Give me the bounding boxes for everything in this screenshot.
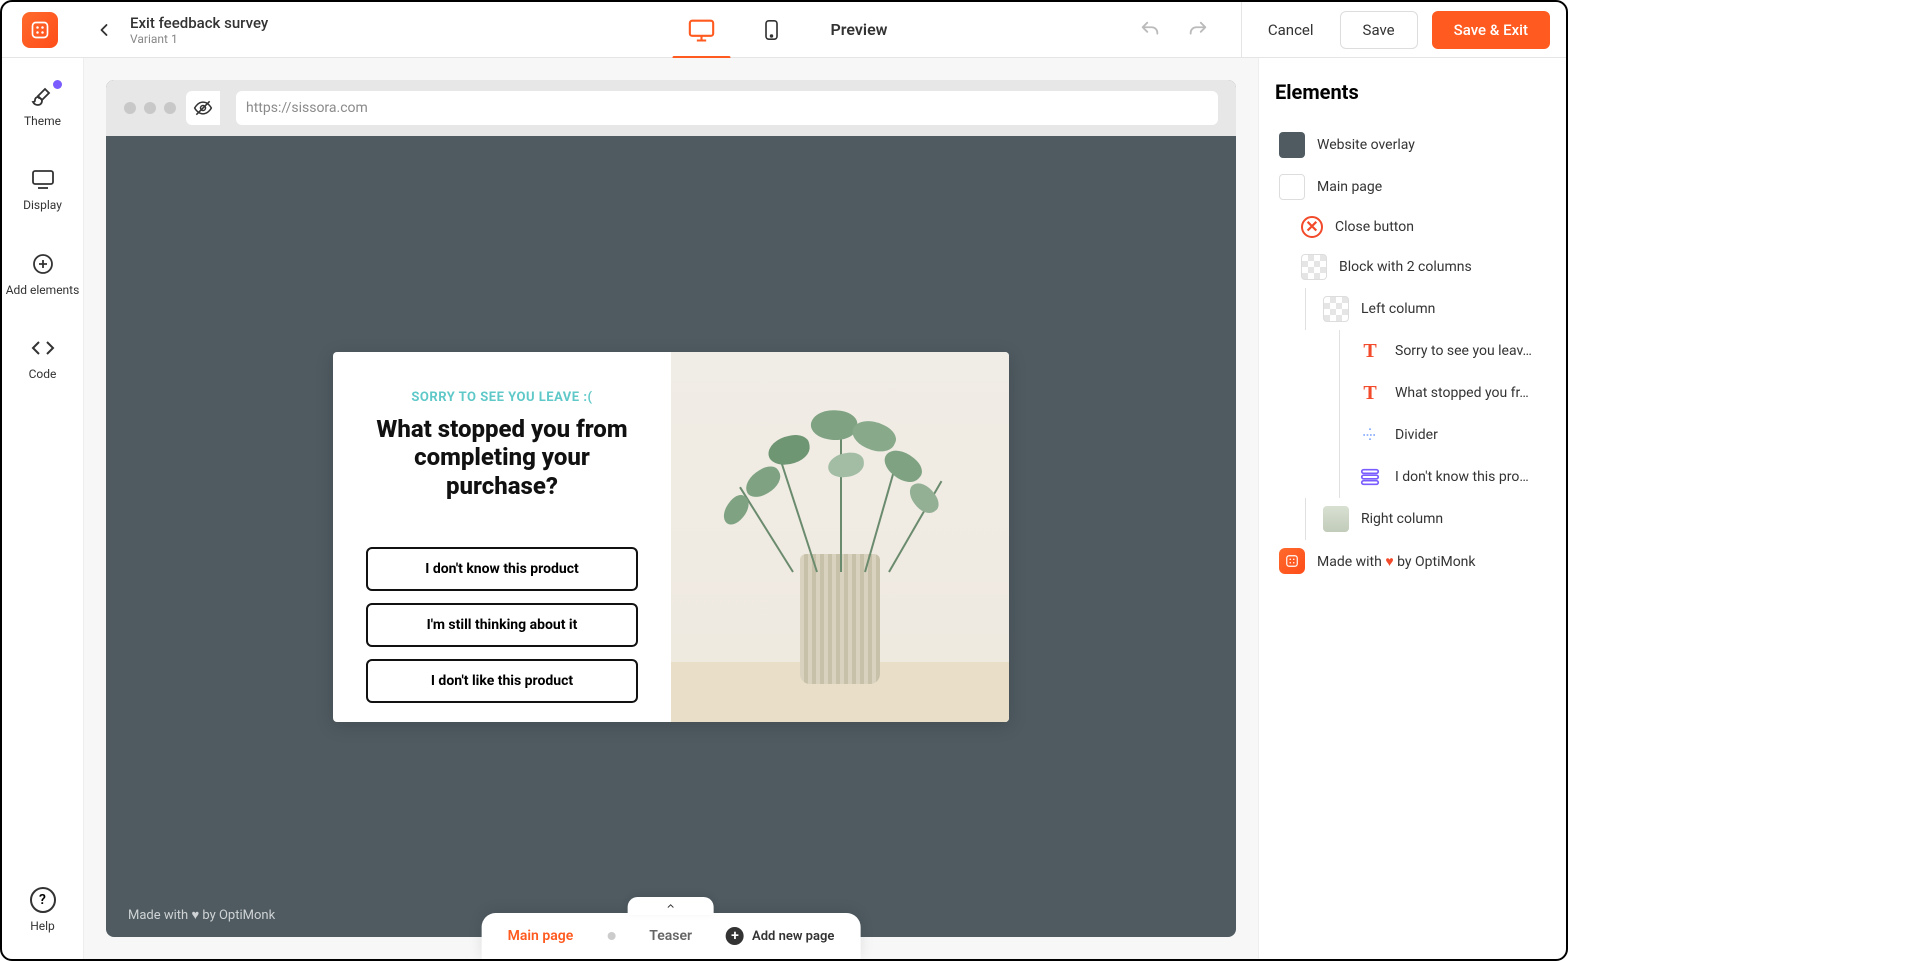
save-exit-button[interactable]: Save & Exit [1432,11,1550,49]
page-separator-icon [607,932,615,940]
tree-right-column[interactable]: Right column [1319,498,1550,540]
url-text: https://sissora.com [246,100,368,116]
tree-madewith[interactable]: Made with ♥ by OptiMonk [1275,540,1550,582]
help-label: Help [30,919,55,933]
help-tool[interactable]: ? Help [2,881,83,939]
madewith-badge: Made with ♥ by OptiMonk [128,907,275,923]
code-icon [30,335,56,361]
preview-link[interactable]: Preview [831,20,888,39]
theme-label: Theme [24,114,61,128]
divider-icon [1357,422,1383,448]
page-icon [1279,174,1305,200]
overlay-icon [1279,132,1305,158]
tree-website-overlay[interactable]: Website overlay [1275,124,1550,166]
popup-headline: What stopped you from completing your pu… [361,415,643,501]
page-tab-teaser[interactable]: Teaser [649,928,692,944]
url-bar[interactable]: https://sissora.com [236,91,1218,125]
block-icon [1301,254,1327,280]
desktop-device-button[interactable] [681,9,723,51]
help-icon: ? [30,887,56,913]
column-icon [1323,296,1349,322]
divider [1241,2,1242,58]
close-icon: ✕ [1301,216,1323,238]
list-icon [1357,464,1383,490]
popup-image [671,352,1009,722]
paintbrush-icon [30,82,56,108]
add-elements-tool[interactable]: Add elements [2,245,83,303]
page-pager: Main page Teaser + Add new page [482,913,861,959]
code-label: Code [29,367,57,381]
app-logo[interactable] [22,12,58,48]
option-2-button[interactable]: I'm still thinking about it [366,603,638,647]
tree-block-2col[interactable]: Block with 2 columns [1297,246,1550,288]
tree-text-sorry[interactable]: T Sorry to see you leav… [1353,330,1550,372]
text-icon: T [1357,380,1383,406]
save-button[interactable]: Save [1340,11,1418,49]
variant-label: Variant 1 [130,32,268,46]
add-page-label: Add new page [752,929,834,944]
redo-button[interactable] [1181,13,1215,47]
popup-subheading: SORRY TO SEE YOU LEAVE :( [411,390,592,405]
tree-survey-option[interactable]: I don't know this pro… [1353,456,1550,498]
monitor-icon [30,166,56,192]
cancel-button[interactable]: Cancel [1256,13,1326,47]
option-1-button[interactable]: I don't know this product [366,547,638,591]
pager-expand-button[interactable] [628,897,714,915]
back-button[interactable] [86,12,122,48]
display-tool[interactable]: Display [2,160,83,218]
add-page-button[interactable]: + Add new page [726,927,834,945]
optimonk-logo-icon [1279,548,1305,574]
plus-circle-icon [30,251,56,277]
option-3-button[interactable]: I don't like this product [366,659,638,703]
display-label: Display [23,198,62,212]
popup-preview[interactable]: SORRY TO SEE YOU LEAVE :( What stopped y… [333,352,1009,722]
text-icon: T [1357,338,1383,364]
mobile-device-button[interactable] [751,9,793,51]
theme-tool[interactable]: Theme [2,76,83,134]
tree-divider[interactable]: Divider [1353,414,1550,456]
visibility-toggle[interactable] [186,91,220,125]
campaign-title: Exit feedback survey [130,14,268,32]
browser-preview: https://sissora.com SORRY TO SEE YOU LEA… [106,80,1236,937]
code-tool[interactable]: Code [2,329,83,387]
tree-text-headline[interactable]: T What stopped you fr… [1353,372,1550,414]
heart-icon: ♥ [1385,554,1393,570]
elements-panel-title: Elements [1275,80,1550,104]
add-elements-label: Add elements [6,283,80,297]
page-tab-main[interactable]: Main page [508,928,574,944]
tree-close-button[interactable]: ✕ Close button [1297,208,1550,246]
undo-button[interactable] [1133,13,1167,47]
tree-left-column[interactable]: Left column [1319,288,1550,330]
tree-main-page[interactable]: Main page [1275,166,1550,208]
plus-icon: + [726,927,744,945]
traffic-lights [124,102,176,114]
image-icon [1323,506,1349,532]
